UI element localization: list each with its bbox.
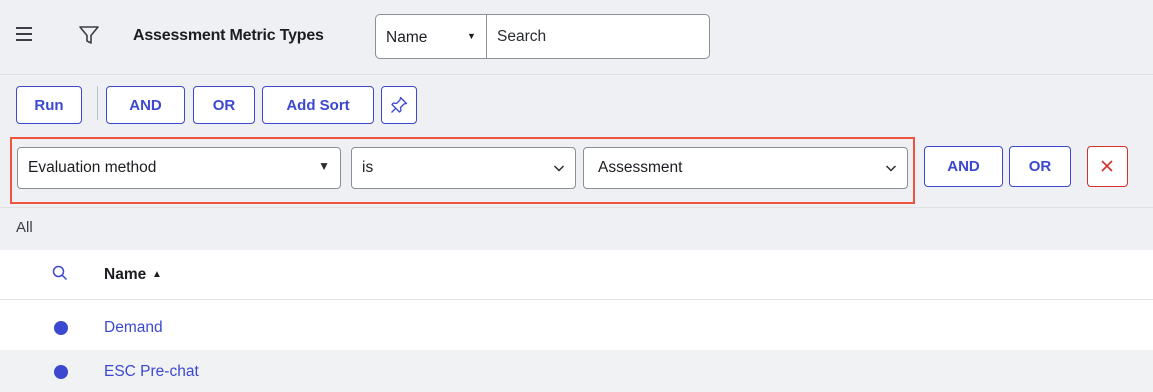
list-header: Assessment Metric Types Name ▼ <box>0 0 1153 74</box>
and-button[interactable]: AND <box>106 86 185 124</box>
pin-button[interactable] <box>381 86 417 124</box>
or-button[interactable]: OR <box>193 86 255 124</box>
condition-value-select[interactable]: Assessment <box>583 147 908 189</box>
search-icon[interactable] <box>51 264 69 282</box>
condition-or-button[interactable]: OR <box>1009 146 1071 187</box>
chevron-down-icon <box>553 165 565 172</box>
sort-up-icon[interactable]: ▲ <box>152 269 162 280</box>
run-button[interactable]: Run <box>16 86 82 124</box>
chevron-down-icon <box>885 165 897 172</box>
delete-icon <box>1101 160 1113 172</box>
toolbar-divider <box>97 86 98 120</box>
record-link[interactable]: Demand <box>104 319 163 337</box>
search-input[interactable] <box>486 14 710 59</box>
delete-condition-button[interactable] <box>1087 146 1128 187</box>
condition-value-label: Assessment <box>598 159 683 176</box>
menu-icon[interactable] <box>16 27 32 41</box>
condition-field-select[interactable]: Evaluation method ▼ <box>17 147 341 189</box>
status-dot-icon <box>54 321 68 335</box>
caret-down-icon: ▼ <box>318 159 330 173</box>
search-field-label: Name <box>386 29 428 46</box>
table-row: Demand <box>0 306 1153 350</box>
table-row: ESC Pre-chat <box>0 350 1153 392</box>
filter-icon[interactable] <box>78 24 100 46</box>
search-field-select[interactable]: Name ▼ <box>375 14 487 59</box>
filter-condition-row: Evaluation method ▼ is Assessment AND OR <box>0 134 1153 207</box>
condition-operator-label: is <box>362 159 374 176</box>
filter-toolbar: Run AND OR Add Sort <box>0 74 1153 134</box>
condition-field-label: Evaluation method <box>28 159 157 176</box>
record-link[interactable]: ESC Pre-chat <box>104 363 199 381</box>
status-dot-icon <box>54 365 68 379</box>
breadcrumb-all[interactable]: All <box>16 219 33 236</box>
condition-and-button[interactable]: AND <box>924 146 1003 187</box>
pin-icon <box>391 96 408 113</box>
condition-operator-select[interactable]: is <box>351 147 576 189</box>
column-header-name[interactable]: Name <box>104 266 146 284</box>
list-title: Assessment Metric Types <box>133 27 324 44</box>
add-sort-button[interactable]: Add Sort <box>262 86 374 124</box>
caret-down-icon: ▼ <box>467 31 476 41</box>
breadcrumb: All <box>0 207 1153 250</box>
table-header: Name ▲ <box>0 250 1153 300</box>
